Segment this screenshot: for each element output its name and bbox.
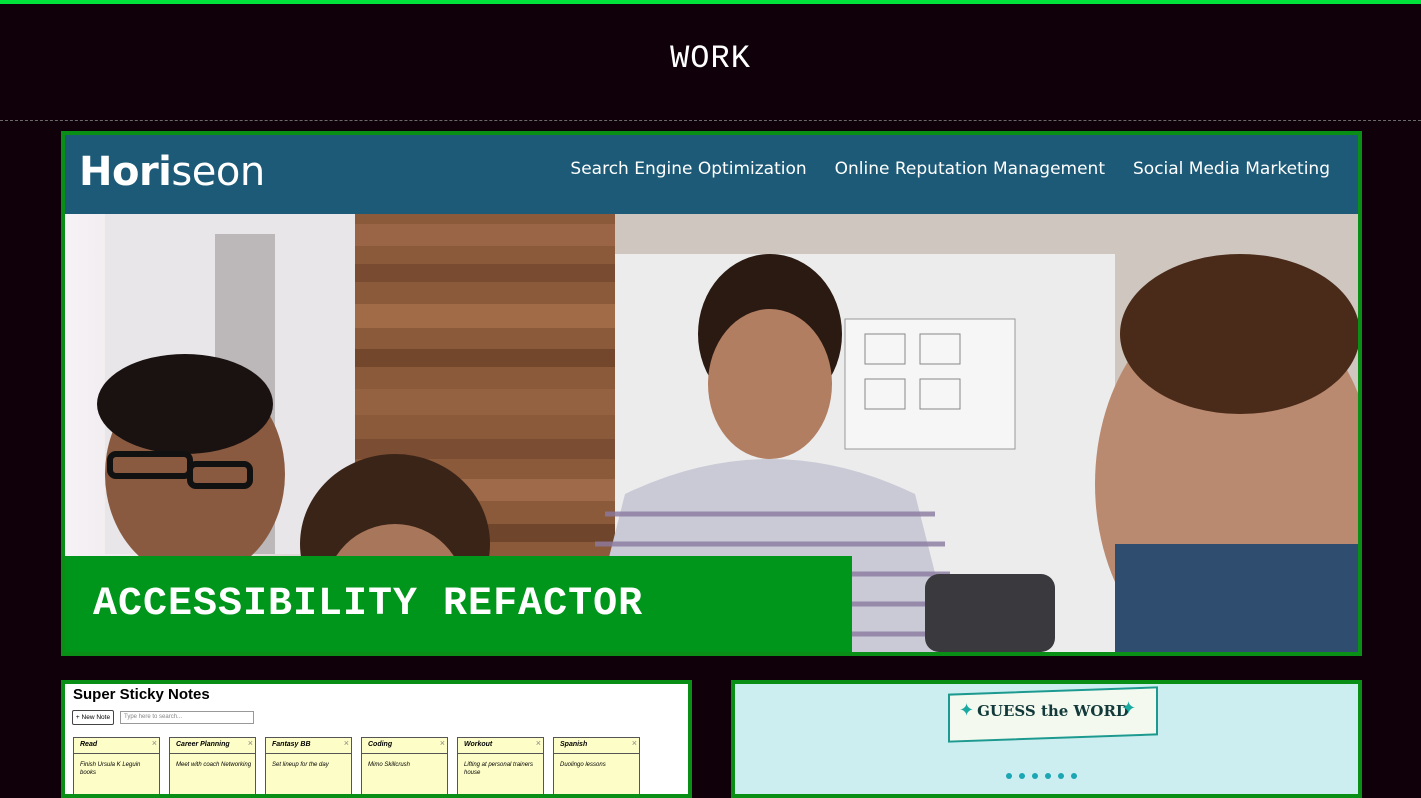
horiseon-nav-item: Social Media Marketing [1133, 159, 1330, 179]
sticky-search-input: Type here to search... [120, 711, 254, 724]
sticky-note: Spanish × Duolingo lessons [553, 737, 640, 794]
top-accent-bar [0, 0, 1421, 4]
project-label-text: ACCESSIBILITY REFACTOR [93, 582, 644, 627]
close-icon: × [151, 738, 157, 748]
letter-dot [1045, 773, 1051, 779]
section-title: WORK [670, 40, 751, 77]
letter-dot [1019, 773, 1025, 779]
letter-dot [1058, 773, 1064, 779]
guess-word-project-card[interactable]: GUESS the WORD ✦ ✦ [731, 680, 1362, 798]
sticky-note: Read × Finish Ursula K Leguin books [73, 737, 160, 794]
horiseon-logo: Horiseon [79, 149, 265, 195]
close-icon: × [631, 738, 637, 748]
new-note-button: + New Note [72, 710, 114, 725]
close-icon: × [247, 738, 253, 748]
sparkle-icon: ✦ [1121, 698, 1137, 718]
close-icon: × [343, 738, 349, 748]
project-screenshot-header: Horiseon Search Engine Optimization Onli… [65, 135, 1358, 214]
horiseon-nav-item: Search Engine Optimization [570, 159, 807, 179]
sticky-note: Coding × Mimo Skillcrush [361, 737, 448, 794]
horiseon-nav: Search Engine Optimization Online Reputa… [570, 159, 1330, 179]
word-placeholder-dots [1006, 773, 1077, 779]
close-icon: × [439, 738, 445, 748]
letter-dot [1032, 773, 1038, 779]
section-divider [0, 120, 1421, 121]
featured-project-card[interactable]: Horiseon Search Engine Optimization Onli… [61, 131, 1362, 656]
horiseon-nav-item: Online Reputation Management [834, 159, 1105, 179]
sticky-note: Fantasy BB × Set lineup for the day [265, 737, 352, 794]
sticky-notes-title: Super Sticky Notes [73, 686, 210, 703]
sticky-note: Career Planning × Meet with coach Network… [169, 737, 256, 794]
sparkle-icon: ✦ [959, 700, 975, 720]
sticky-notes-project-card[interactable]: Super Sticky Notes + New Note Type here … [61, 680, 692, 798]
close-icon: × [535, 738, 541, 748]
letter-dot [1006, 773, 1012, 779]
project-label[interactable]: ACCESSIBILITY REFACTOR [65, 556, 852, 652]
sticky-note: Workout × Lifting at personal trainers ho… [457, 737, 544, 794]
letter-dot [1071, 773, 1077, 779]
